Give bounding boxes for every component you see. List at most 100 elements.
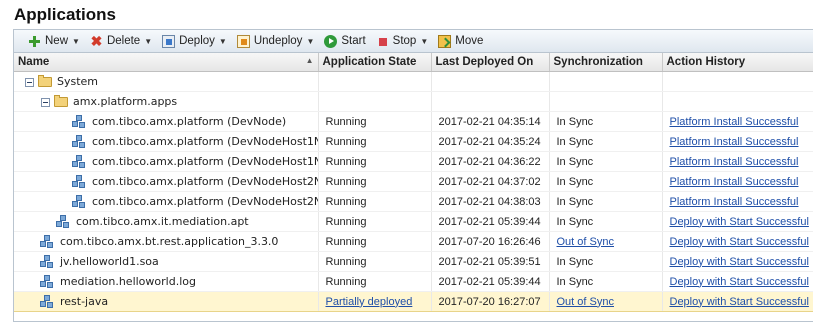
table-row[interactable]: com.tibco.amx.platform (DevNodeHost1No R… bbox=[14, 151, 813, 172]
stop-button[interactable]: Stop ▼ bbox=[372, 31, 433, 51]
history-cell: Deploy with Start Successful bbox=[662, 251, 813, 272]
collapse-icon[interactable] bbox=[25, 77, 34, 87]
move-button[interactable]: Move bbox=[434, 31, 487, 51]
state-cell bbox=[318, 91, 432, 112]
folder-icon bbox=[38, 75, 52, 87]
deployed-cell bbox=[431, 91, 550, 112]
row-name: amx.platform.apps bbox=[73, 95, 178, 108]
column-header-state[interactable]: Application State bbox=[318, 53, 432, 72]
deployed-cell: 2017-07-20 16:27:07 bbox=[431, 291, 550, 312]
stop-icon bbox=[376, 35, 389, 48]
history-link[interactable]: Platform Install Successful bbox=[670, 196, 799, 208]
history-cell bbox=[662, 71, 813, 92]
history-link[interactable]: Deploy with Start Successful bbox=[670, 256, 809, 268]
history-link[interactable]: Deploy with Start Successful bbox=[670, 296, 809, 308]
table-row[interactable]: com.tibco.amx.it.mediation.apt Running 2… bbox=[14, 211, 813, 232]
chevron-down-icon[interactable]: ▼ bbox=[219, 37, 227, 46]
folder-icon bbox=[54, 95, 68, 107]
toolbar: New ▼ ✖ Delete ▼ Deploy ▼ Undeploy ▼ Sta… bbox=[14, 30, 813, 53]
table-row[interactable]: com.tibco.amx.platform (DevNodeHost2No R… bbox=[14, 171, 813, 192]
name-cell: rest-java bbox=[14, 291, 319, 312]
chevron-down-icon[interactable]: ▼ bbox=[420, 37, 428, 46]
column-header-sync[interactable]: Synchronization bbox=[549, 53, 663, 72]
sync-cell bbox=[549, 71, 663, 92]
chevron-down-icon[interactable]: ▼ bbox=[72, 37, 80, 46]
delete-button[interactable]: ✖ Delete ▼ bbox=[86, 31, 156, 51]
page-title: Applications bbox=[14, 5, 117, 24]
column-header-history[interactable]: Action History bbox=[662, 53, 813, 72]
table-row[interactable]: jv.helloworld1.soa Running 2017-02-21 05… bbox=[14, 251, 813, 272]
start-button[interactable]: Start bbox=[320, 31, 369, 51]
move-label: Move bbox=[455, 35, 484, 47]
undeploy-button[interactable]: Undeploy ▼ bbox=[233, 31, 319, 51]
application-icon bbox=[72, 134, 86, 149]
column-header-deployed[interactable]: Last Deployed On bbox=[431, 53, 550, 72]
table-row[interactable]: amx.platform.apps bbox=[14, 91, 813, 112]
row-name: System bbox=[57, 75, 99, 88]
new-button[interactable]: New ▼ bbox=[24, 31, 84, 51]
deployed-cell bbox=[431, 71, 550, 92]
deploy-label: Deploy bbox=[179, 35, 215, 47]
row-name: com.tibco.amx.platform (DevNodeHost1No bbox=[92, 134, 318, 148]
row-name: jv.helloworld1.soa bbox=[60, 254, 159, 268]
deployed-cell: 2017-07-20 16:26:46 bbox=[431, 231, 550, 252]
sync-link[interactable]: Out of Sync bbox=[557, 236, 614, 248]
name-cell: com.tibco.amx.platform (DevNodeHost2No bbox=[14, 191, 319, 212]
state-cell: Running bbox=[318, 211, 432, 232]
deployed-cell: 2017-02-21 05:39:51 bbox=[431, 251, 550, 272]
deployed-cell: 2017-02-21 05:39:44 bbox=[431, 271, 550, 292]
chevron-down-icon[interactable]: ▼ bbox=[306, 37, 314, 46]
table-row[interactable]: com.tibco.amx.platform (DevNode) Running… bbox=[14, 111, 813, 132]
sync-cell: In Sync bbox=[549, 271, 663, 292]
state-link[interactable]: Partially deployed bbox=[326, 296, 413, 308]
applications-panel: New ▼ ✖ Delete ▼ Deploy ▼ Undeploy ▼ Sta… bbox=[13, 29, 813, 322]
deploy-button[interactable]: Deploy ▼ bbox=[158, 31, 231, 51]
collapse-icon[interactable] bbox=[41, 97, 50, 107]
history-link[interactable]: Platform Install Successful bbox=[670, 156, 799, 168]
deployed-cell: 2017-02-21 04:36:22 bbox=[431, 151, 550, 172]
deployed-cell: 2017-02-21 04:35:24 bbox=[431, 131, 550, 152]
move-icon bbox=[438, 34, 452, 48]
sync-link[interactable]: Out of Sync bbox=[557, 296, 614, 308]
history-link[interactable]: Deploy with Start Successful bbox=[670, 216, 809, 228]
history-link[interactable]: Platform Install Successful bbox=[670, 136, 799, 148]
name-cell: com.tibco.amx.bt.rest.application_3.3.0 bbox=[14, 231, 319, 252]
table-row[interactable]: com.tibco.amx.platform (DevNodeHost1No R… bbox=[14, 131, 813, 152]
name-cell: com.tibco.amx.platform (DevNodeHost1No bbox=[14, 151, 319, 172]
sync-cell: In Sync bbox=[549, 191, 663, 212]
name-cell: amx.platform.apps bbox=[14, 91, 319, 112]
sync-cell: In Sync bbox=[549, 151, 663, 172]
application-icon bbox=[56, 214, 70, 229]
column-header-name[interactable]: Name ▲ bbox=[14, 53, 319, 72]
history-link[interactable]: Deploy with Start Successful bbox=[670, 276, 809, 288]
sync-cell: In Sync bbox=[549, 111, 663, 132]
history-link[interactable]: Platform Install Successful bbox=[670, 116, 799, 128]
delete-x-icon: ✖ bbox=[90, 32, 103, 49]
row-name: mediation.helloworld.log bbox=[60, 274, 196, 288]
application-icon bbox=[72, 114, 86, 129]
state-cell: Running bbox=[318, 151, 432, 172]
history-cell: Deploy with Start Successful bbox=[662, 211, 813, 232]
table-row[interactable]: com.tibco.amx.platform (DevNodeHost2No R… bbox=[14, 191, 813, 212]
row-name: com.tibco.amx.it.mediation.apt bbox=[76, 214, 249, 228]
start-label: Start bbox=[341, 35, 366, 47]
play-icon bbox=[324, 34, 338, 48]
history-link[interactable]: Deploy with Start Successful bbox=[670, 236, 809, 248]
table-row[interactable]: mediation.helloworld.log Running 2017-02… bbox=[14, 271, 813, 292]
new-label: New bbox=[45, 35, 69, 47]
application-icon bbox=[40, 274, 54, 289]
undeploy-label: Undeploy bbox=[253, 35, 303, 47]
delete-label: Delete bbox=[106, 35, 141, 47]
sync-cell: In Sync bbox=[549, 211, 663, 232]
history-link[interactable]: Platform Install Successful bbox=[670, 176, 799, 188]
chevron-down-icon[interactable]: ▼ bbox=[144, 37, 152, 46]
deployed-cell: 2017-02-21 05:39:44 bbox=[431, 211, 550, 232]
state-cell: Running bbox=[318, 271, 432, 292]
table-row-selected[interactable]: rest-java Partially deployed 2017-07-20 … bbox=[14, 291, 813, 312]
deployed-cell: 2017-02-21 04:35:14 bbox=[431, 111, 550, 132]
table-row[interactable]: System bbox=[14, 71, 813, 92]
state-cell: Running bbox=[318, 131, 432, 152]
table-row[interactable]: com.tibco.amx.bt.rest.application_3.3.0 … bbox=[14, 231, 813, 252]
history-cell: Deploy with Start Successful bbox=[662, 231, 813, 252]
sort-ascending-icon[interactable]: ▲ bbox=[306, 56, 314, 65]
